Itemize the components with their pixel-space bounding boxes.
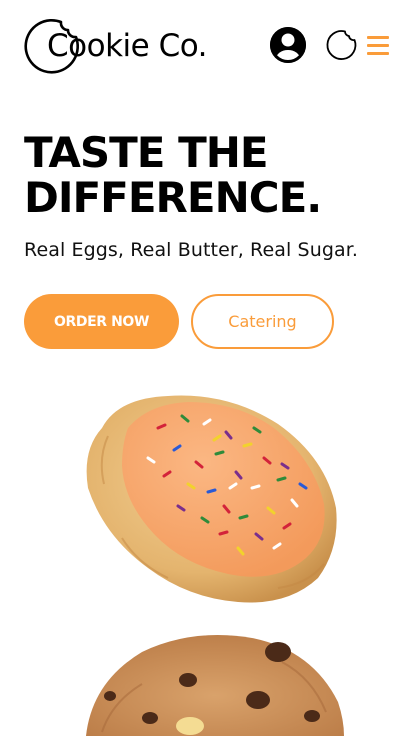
logo-link[interactable]: Cookie Co. (23, 14, 208, 76)
logo-text: Cookie Co. (47, 28, 208, 64)
hero-headline: TASTE THE DIFFERENCE. (24, 130, 404, 220)
hamburger-menu-icon[interactable] (366, 34, 392, 56)
page: Cookie Co. TASTE THE DIFFERENCE. Real Eg… (0, 0, 414, 736)
hero-headline-line-2: DIFFERENCE. (24, 173, 322, 222)
order-now-button[interactable]: ORDER NOW (24, 294, 179, 349)
site-header: Cookie Co. (0, 0, 414, 90)
cookie-cart-button[interactable] (324, 28, 358, 62)
menu-line-middle (367, 44, 389, 47)
chocolate-chip-cookie-image (86, 635, 344, 736)
hero-headline-line-1: TASTE THE (24, 128, 269, 177)
catering-button[interactable]: Catering (191, 294, 334, 349)
cookie-outline-icon (326, 30, 357, 60)
sugar-cookie-image (86, 395, 337, 603)
hero-subtitle: Real Eggs, Real Butter, Real Sugar. (24, 239, 359, 261)
menu-line-bottom (367, 52, 389, 55)
account-button[interactable] (268, 25, 308, 65)
user-circle-icon (270, 27, 306, 63)
menu-line-top (367, 36, 389, 39)
